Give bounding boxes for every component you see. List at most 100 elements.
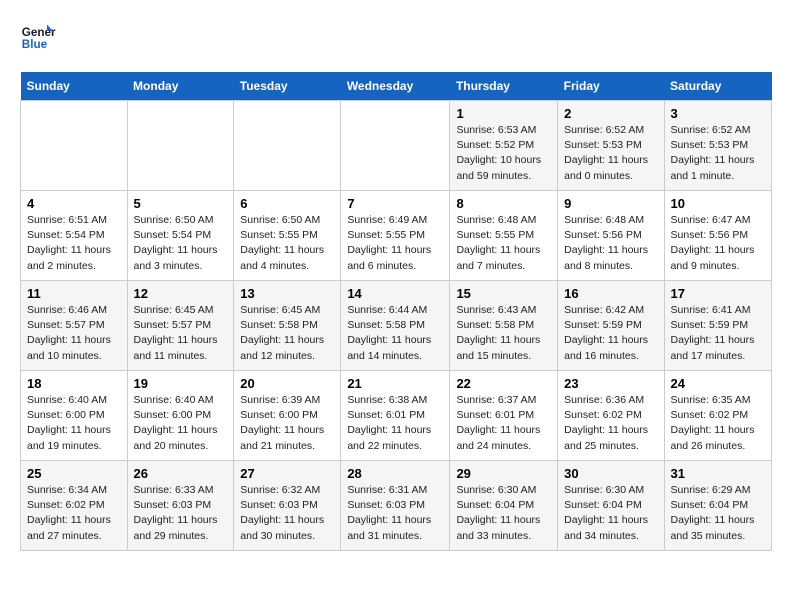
day-number: 20 <box>240 376 334 391</box>
day-number: 14 <box>347 286 443 301</box>
calendar-table: SundayMondayTuesdayWednesdayThursdayFrid… <box>20 72 772 551</box>
logo: General Blue <box>20 20 56 56</box>
calendar-cell: 24 Sunrise: 6:35 AM Sunset: 6:02 PM Dayli… <box>664 371 771 461</box>
calendar-body: 1 Sunrise: 6:53 AM Sunset: 5:52 PM Daylig… <box>21 101 772 551</box>
day-number: 27 <box>240 466 334 481</box>
calendar-cell: 21 Sunrise: 6:38 AM Sunset: 6:01 PM Dayli… <box>341 371 450 461</box>
calendar-cell: 10 Sunrise: 6:47 AM Sunset: 5:56 PM Dayli… <box>664 191 771 281</box>
calendar-header: SundayMondayTuesdayWednesdayThursdayFrid… <box>21 72 772 101</box>
day-info: Sunrise: 6:36 AM Sunset: 6:02 PM Dayligh… <box>564 393 657 454</box>
weekday-header-friday: Friday <box>558 72 664 101</box>
calendar-cell: 31 Sunrise: 6:29 AM Sunset: 6:04 PM Dayli… <box>664 461 771 551</box>
calendar-cell: 13 Sunrise: 6:45 AM Sunset: 5:58 PM Dayli… <box>234 281 341 371</box>
day-info: Sunrise: 6:41 AM Sunset: 5:59 PM Dayligh… <box>671 303 765 364</box>
day-info: Sunrise: 6:50 AM Sunset: 5:54 PM Dayligh… <box>134 213 228 274</box>
day-number: 24 <box>671 376 765 391</box>
day-number: 13 <box>240 286 334 301</box>
day-number: 17 <box>671 286 765 301</box>
day-info: Sunrise: 6:48 AM Sunset: 5:56 PM Dayligh… <box>564 213 657 274</box>
day-info: Sunrise: 6:40 AM Sunset: 6:00 PM Dayligh… <box>134 393 228 454</box>
calendar-cell: 2Sunrise: 6:52 AM Sunset: 5:53 PM Daylig… <box>558 101 664 191</box>
day-info: Sunrise: 6:51 AM Sunset: 5:54 PM Dayligh… <box>27 213 121 274</box>
day-info: Sunrise: 6:40 AM Sunset: 6:00 PM Dayligh… <box>27 393 121 454</box>
calendar-cell <box>21 101 128 191</box>
weekday-header-sunday: Sunday <box>21 72 128 101</box>
calendar-cell: 23Sunrise: 6:36 AM Sunset: 6:02 PM Dayli… <box>558 371 664 461</box>
weekday-header-monday: Monday <box>127 72 234 101</box>
calendar-week-5: 25 Sunrise: 6:34 AM Sunset: 6:02 PM Dayli… <box>21 461 772 551</box>
weekday-header-saturday: Saturday <box>664 72 771 101</box>
day-info: Sunrise: 6:53 AM Sunset: 5:52 PM Dayligh… <box>456 123 551 184</box>
day-info: Sunrise: 6:30 AM Sunset: 6:04 PM Dayligh… <box>456 483 551 544</box>
weekday-header-wednesday: Wednesday <box>341 72 450 101</box>
calendar-week-4: 18 Sunrise: 6:40 AM Sunset: 6:00 PM Dayli… <box>21 371 772 461</box>
day-number: 30 <box>564 466 657 481</box>
calendar-cell: 4 Sunrise: 6:51 AM Sunset: 5:54 PM Daylig… <box>21 191 128 281</box>
day-info: Sunrise: 6:35 AM Sunset: 6:02 PM Dayligh… <box>671 393 765 454</box>
day-number: 6 <box>240 196 334 211</box>
day-number: 18 <box>27 376 121 391</box>
calendar-cell <box>341 101 450 191</box>
day-number: 26 <box>134 466 228 481</box>
day-info: Sunrise: 6:45 AM Sunset: 5:57 PM Dayligh… <box>134 303 228 364</box>
logo-icon: General Blue <box>20 20 56 56</box>
day-info: Sunrise: 6:38 AM Sunset: 6:01 PM Dayligh… <box>347 393 443 454</box>
calendar-cell: 14 Sunrise: 6:44 AM Sunset: 5:58 PM Dayli… <box>341 281 450 371</box>
day-info: Sunrise: 6:31 AM Sunset: 6:03 PM Dayligh… <box>347 483 443 544</box>
day-info: Sunrise: 6:45 AM Sunset: 5:58 PM Dayligh… <box>240 303 334 364</box>
day-number: 21 <box>347 376 443 391</box>
day-info: Sunrise: 6:44 AM Sunset: 5:58 PM Dayligh… <box>347 303 443 364</box>
calendar-cell: 15 Sunrise: 6:43 AM Sunset: 5:58 PM Dayli… <box>450 281 558 371</box>
day-info: Sunrise: 6:46 AM Sunset: 5:57 PM Dayligh… <box>27 303 121 364</box>
day-number: 22 <box>456 376 551 391</box>
calendar-cell: 22 Sunrise: 6:37 AM Sunset: 6:01 PM Dayli… <box>450 371 558 461</box>
day-info: Sunrise: 6:50 AM Sunset: 5:55 PM Dayligh… <box>240 213 334 274</box>
calendar-cell: 9 Sunrise: 6:48 AM Sunset: 5:56 PM Daylig… <box>558 191 664 281</box>
calendar-cell: 26 Sunrise: 6:33 AM Sunset: 6:03 PM Dayli… <box>127 461 234 551</box>
calendar-cell: 16Sunrise: 6:42 AM Sunset: 5:59 PM Dayli… <box>558 281 664 371</box>
day-info: Sunrise: 6:49 AM Sunset: 5:55 PM Dayligh… <box>347 213 443 274</box>
day-info: Sunrise: 6:34 AM Sunset: 6:02 PM Dayligh… <box>27 483 121 544</box>
calendar-cell: 8 Sunrise: 6:48 AM Sunset: 5:55 PM Daylig… <box>450 191 558 281</box>
calendar-cell: 20 Sunrise: 6:39 AM Sunset: 6:00 PM Dayli… <box>234 371 341 461</box>
calendar-cell: 27 Sunrise: 6:32 AM Sunset: 6:03 PM Dayli… <box>234 461 341 551</box>
day-number: 7 <box>347 196 443 211</box>
weekday-header-tuesday: Tuesday <box>234 72 341 101</box>
day-number: 25 <box>27 466 121 481</box>
calendar-cell: 29 Sunrise: 6:30 AM Sunset: 6:04 PM Dayli… <box>450 461 558 551</box>
calendar-cell: 19Sunrise: 6:40 AM Sunset: 6:00 PM Dayli… <box>127 371 234 461</box>
calendar-cell: 25 Sunrise: 6:34 AM Sunset: 6:02 PM Dayli… <box>21 461 128 551</box>
calendar-cell: 3Sunrise: 6:52 AM Sunset: 5:53 PM Daylig… <box>664 101 771 191</box>
day-number: 4 <box>27 196 121 211</box>
calendar-week-1: 1 Sunrise: 6:53 AM Sunset: 5:52 PM Daylig… <box>21 101 772 191</box>
day-info: Sunrise: 6:30 AM Sunset: 6:04 PM Dayligh… <box>564 483 657 544</box>
day-number: 12 <box>134 286 228 301</box>
day-info: Sunrise: 6:32 AM Sunset: 6:03 PM Dayligh… <box>240 483 334 544</box>
day-number: 9 <box>564 196 657 211</box>
day-info: Sunrise: 6:48 AM Sunset: 5:55 PM Dayligh… <box>456 213 551 274</box>
day-number: 29 <box>456 466 551 481</box>
calendar-cell: 5 Sunrise: 6:50 AM Sunset: 5:54 PM Daylig… <box>127 191 234 281</box>
day-info: Sunrise: 6:29 AM Sunset: 6:04 PM Dayligh… <box>671 483 765 544</box>
calendar-week-2: 4 Sunrise: 6:51 AM Sunset: 5:54 PM Daylig… <box>21 191 772 281</box>
weekday-header-row: SundayMondayTuesdayWednesdayThursdayFrid… <box>21 72 772 101</box>
day-info: Sunrise: 6:33 AM Sunset: 6:03 PM Dayligh… <box>134 483 228 544</box>
day-number: 10 <box>671 196 765 211</box>
day-number: 1 <box>456 106 551 121</box>
day-info: Sunrise: 6:47 AM Sunset: 5:56 PM Dayligh… <box>671 213 765 274</box>
day-number: 2 <box>564 106 657 121</box>
day-number: 8 <box>456 196 551 211</box>
day-number: 5 <box>134 196 228 211</box>
day-number: 31 <box>671 466 765 481</box>
calendar-cell: 7 Sunrise: 6:49 AM Sunset: 5:55 PM Daylig… <box>341 191 450 281</box>
svg-text:Blue: Blue <box>22 38 48 51</box>
day-number: 15 <box>456 286 551 301</box>
weekday-header-thursday: Thursday <box>450 72 558 101</box>
day-info: Sunrise: 6:42 AM Sunset: 5:59 PM Dayligh… <box>564 303 657 364</box>
calendar-cell: 28Sunrise: 6:31 AM Sunset: 6:03 PM Dayli… <box>341 461 450 551</box>
day-info: Sunrise: 6:43 AM Sunset: 5:58 PM Dayligh… <box>456 303 551 364</box>
calendar-cell: 1 Sunrise: 6:53 AM Sunset: 5:52 PM Daylig… <box>450 101 558 191</box>
day-info: Sunrise: 6:37 AM Sunset: 6:01 PM Dayligh… <box>456 393 551 454</box>
day-number: 11 <box>27 286 121 301</box>
day-info: Sunrise: 6:39 AM Sunset: 6:00 PM Dayligh… <box>240 393 334 454</box>
